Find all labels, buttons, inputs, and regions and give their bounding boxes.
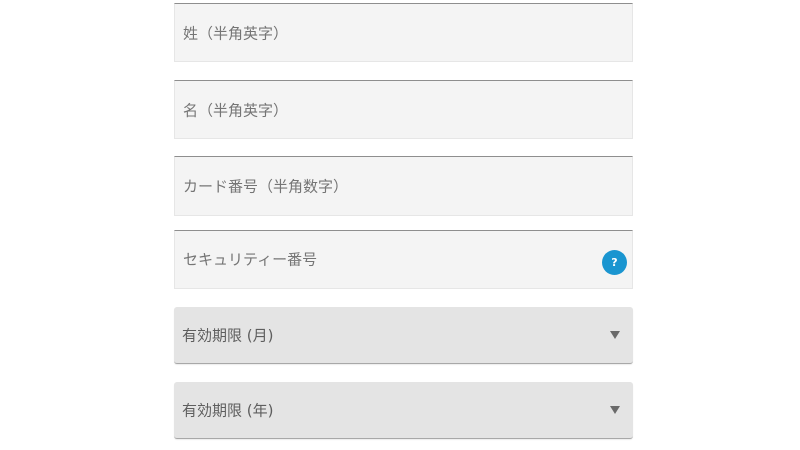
expiry-year-select[interactable]: 有効期限 (年)	[174, 382, 633, 439]
security-code-field[interactable]: セキュリティー番号 ?	[174, 230, 633, 289]
chevron-down-icon	[610, 406, 620, 414]
card-number-placeholder: カード番号（半角数字）	[183, 177, 349, 196]
last-name-placeholder: 姓（半角英字）	[183, 24, 289, 42]
first-name-field[interactable]: 名（半角英字）	[174, 80, 633, 139]
question-icon[interactable]: ?	[602, 250, 627, 275]
expiry-month-select[interactable]: 有効期限 (月)	[174, 307, 633, 364]
last-name-field[interactable]: 姓（半角英字）	[174, 3, 633, 62]
first-name-placeholder: 名（半角英字）	[183, 101, 289, 119]
expiry-month-value: 有効期限 (月)	[182, 326, 274, 345]
security-code-placeholder: セキュリティー番号	[183, 250, 318, 269]
card-number-field[interactable]: カード番号（半角数字）	[174, 156, 633, 216]
chevron-down-icon	[610, 331, 620, 339]
expiry-year-value: 有効期限 (年)	[182, 401, 274, 420]
